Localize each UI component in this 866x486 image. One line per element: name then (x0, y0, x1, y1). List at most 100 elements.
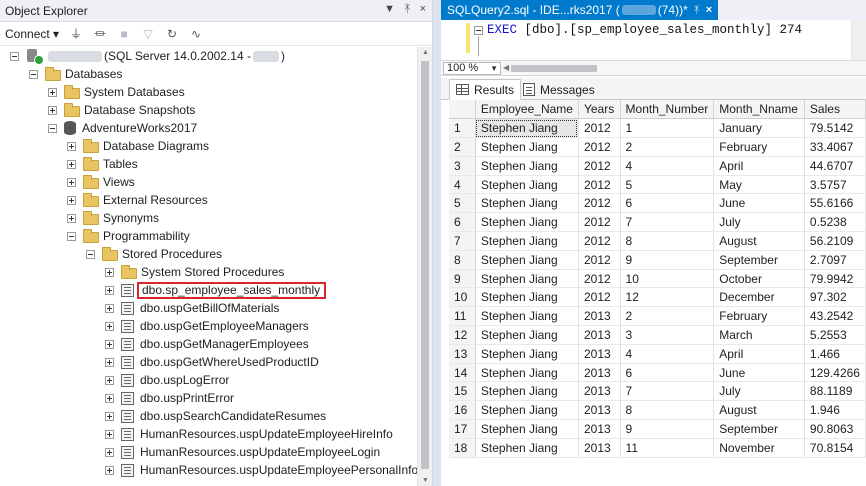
table-cell[interactable]: 2013 (578, 344, 621, 364)
row-number-cell[interactable]: 3 (449, 156, 476, 176)
sql-editor[interactable]: EXEC [dbo].[sp_employee_sales_monthly] 2… (441, 20, 866, 62)
table-cell[interactable]: 70.8154 (804, 438, 866, 458)
table-cell[interactable]: September (713, 250, 805, 270)
connect-icon[interactable]: ⏚ (69, 25, 83, 42)
table-cell[interactable]: 1.946 (804, 400, 866, 421)
table-row[interactable]: 13 Stephen Jiang 2013 4 April 1.466 (449, 344, 866, 364)
horizontal-scrollbar-thumb[interactable] (511, 65, 597, 72)
scrollbar-thumb[interactable] (421, 61, 429, 469)
table-cell[interactable]: Stephen Jiang (475, 325, 579, 345)
table-cell[interactable]: May (713, 175, 805, 195)
table-cell[interactable]: 11 (620, 438, 715, 458)
tab-query2[interactable]: SQLQuery2.sql - IDE...rks2017 ( (74))* ᛡ… (441, 0, 719, 20)
table-cell[interactable]: 56.2109 (804, 231, 866, 251)
tab-messages[interactable]: Messages (517, 79, 601, 100)
scroll-up-icon[interactable]: ▲ (422, 49, 429, 56)
editor-scrollbar[interactable] (851, 20, 866, 62)
tree-node[interactable]: HumanResources.uspUpdateEmployeePersonal… (105, 461, 418, 479)
table-row[interactable]: 7 Stephen Jiang 2012 8 August 56.2109 (449, 231, 866, 251)
table-row[interactable]: 17 Stephen Jiang 2013 9 September 90.8063 (449, 419, 866, 439)
table-cell[interactable]: 90.8063 (804, 419, 866, 439)
tree-node[interactable]: dbo.uspGetBillOfMaterials (105, 299, 279, 317)
table-cell[interactable]: Stephen Jiang (475, 438, 579, 458)
panel-splitter[interactable] (433, 0, 441, 486)
table-cell[interactable]: 6 (620, 363, 715, 383)
tree-node[interactable]: dbo.uspPrintError (105, 389, 234, 407)
table-cell[interactable]: 2.7097 (804, 250, 866, 270)
table-row[interactable]: 2 Stephen Jiang 2012 2 February 33.4067 (449, 137, 866, 157)
table-row[interactable]: 12 Stephen Jiang 2013 3 March 5.2553 (449, 325, 866, 345)
table-cell[interactable]: June (713, 193, 805, 214)
tree-node[interactable]: dbo.uspLogError (105, 371, 229, 389)
table-cell[interactable]: February (713, 137, 805, 157)
disconnect-icon[interactable]: ⏛ (93, 25, 107, 42)
row-number-cell[interactable]: 12 (449, 325, 476, 345)
table-cell[interactable]: April (713, 344, 805, 364)
expand-icon[interactable] (105, 429, 114, 439)
table-cell[interactable]: 3.5757 (804, 175, 866, 195)
table-cell[interactable]: 2013 (578, 306, 621, 327)
table-cell[interactable]: Stephen Jiang (475, 193, 579, 214)
row-number-cell[interactable]: 11 (449, 306, 476, 327)
table-cell[interactable]: April (713, 156, 805, 176)
expand-icon[interactable] (105, 267, 114, 277)
expand-icon[interactable] (105, 465, 114, 475)
row-number-cell[interactable]: 2 (449, 137, 476, 157)
tree-node[interactable]: Databases (29, 65, 122, 83)
table-row[interactable]: 18 Stephen Jiang 2013 11 November 70.8154 (449, 438, 866, 458)
table-cell[interactable]: 0.5238 (804, 212, 866, 233)
table-cell[interactable]: July (713, 212, 805, 233)
tree-node[interactable]: System Stored Procedures (105, 263, 284, 281)
expand-icon[interactable] (105, 447, 114, 457)
table-cell[interactable]: Stephen Jiang (475, 287, 579, 308)
table-row[interactable]: 6 Stephen Jiang 2012 7 July 0.5238 (449, 212, 866, 233)
table-cell[interactable]: August (713, 400, 805, 421)
expand-icon[interactable] (48, 87, 57, 97)
table-row[interactable]: 16 Stephen Jiang 2013 8 August 1.946 (449, 400, 866, 421)
table-cell[interactable]: November (713, 438, 805, 458)
table-cell[interactable]: Stephen Jiang (475, 118, 579, 139)
expand-icon[interactable] (105, 375, 114, 385)
tab-results[interactable]: Results (449, 79, 522, 100)
table-cell[interactable]: 43.2542 (804, 306, 866, 327)
table-cell[interactable]: 1 (620, 118, 715, 139)
table-cell[interactable]: December (713, 287, 805, 308)
table-cell[interactable]: 2012 (578, 175, 621, 195)
table-row[interactable]: 11 Stephen Jiang 2013 2 February 43.2542 (449, 306, 866, 327)
table-row[interactable]: 14 Stephen Jiang 2013 6 June 129.4266 (449, 363, 866, 383)
table-cell[interactable]: 2012 (578, 250, 621, 270)
table-cell[interactable]: 129.4266 (804, 363, 866, 383)
table-cell[interactable]: 2012 (578, 193, 621, 214)
table-cell[interactable]: 2 (620, 306, 715, 327)
collapse-icon[interactable] (29, 69, 38, 79)
results-grid[interactable]: Employee_Name Years Month_Number Month_Nnam… (449, 100, 866, 458)
table-cell[interactable]: Stephen Jiang (475, 400, 579, 421)
table-cell[interactable]: 79.9942 (804, 269, 866, 289)
close-panel-icon[interactable]: × (420, 3, 426, 15)
connect-button[interactable]: Connect ▾ (5, 27, 59, 41)
tree-node[interactable]: dbo.uspSearchCandidateResumes (105, 407, 326, 425)
object-explorer-scrollbar[interactable]: ▲ ▼ (417, 47, 432, 486)
collapse-icon[interactable] (86, 249, 95, 259)
column-header[interactable]: Sales (804, 100, 866, 120)
table-row[interactable]: 4 Stephen Jiang 2012 5 May 3.5757 (449, 175, 866, 195)
table-cell[interactable]: 5 (620, 175, 715, 195)
table-cell[interactable]: 12 (620, 287, 715, 308)
expand-icon[interactable] (105, 321, 114, 331)
table-cell[interactable]: Stephen Jiang (475, 419, 579, 439)
table-cell[interactable]: 2013 (578, 363, 621, 383)
tree-node[interactable]: Tables (67, 155, 138, 173)
table-cell[interactable]: Stephen Jiang (475, 156, 579, 176)
table-row[interactable]: 8 Stephen Jiang 2012 9 September 2.7097 (449, 250, 866, 270)
table-cell[interactable]: 2012 (578, 156, 621, 176)
row-number-cell[interactable]: 8 (449, 250, 476, 270)
table-cell[interactable]: 8 (620, 400, 715, 421)
tree-node[interactable]: dbo.uspGetManagerEmployees (105, 335, 309, 353)
expand-icon[interactable] (67, 159, 76, 169)
table-cell[interactable]: 4 (620, 156, 715, 176)
pin-tab-icon[interactable]: ᛡ (694, 5, 700, 16)
sql-code-line[interactable]: EXEC [dbo].[sp_employee_sales_monthly] 2… (487, 23, 802, 37)
row-number-cell[interactable]: 9 (449, 269, 476, 289)
table-cell[interactable]: 7 (620, 212, 715, 233)
table-cell[interactable]: 88.1189 (804, 381, 866, 402)
